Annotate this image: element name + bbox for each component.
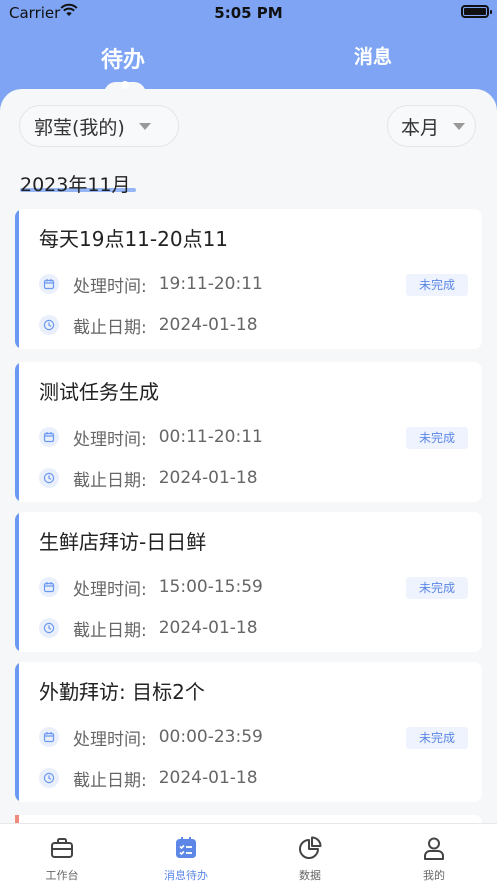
process-time-row: 处理时间: 19:11-20:11	[39, 273, 263, 297]
process-time-value: 19:11-20:11	[158, 274, 263, 294]
pie-chart-icon	[299, 836, 322, 859]
clock-icon	[39, 315, 59, 335]
process-time-value: 15:00-15:59	[158, 577, 263, 597]
task-list-icon	[176, 837, 196, 858]
tabbar-label: 我的	[423, 869, 445, 882]
process-time-row: 处理时间: 15:00-15:59	[39, 576, 263, 600]
tab-todo[interactable]: 待办	[101, 42, 145, 74]
card-accent-bar	[15, 662, 19, 802]
process-time-row: 处理时间: 00:00-23:59	[39, 726, 263, 750]
process-time-value: 00:00-23:59	[158, 727, 263, 747]
card-accent-bar	[15, 209, 19, 349]
chevron-down-icon	[453, 122, 466, 130]
bottom-tab-bar: 工作台 消息待办 数据 我的	[0, 823, 497, 883]
calendar-icon	[39, 577, 59, 597]
status-badge: 未完成	[406, 727, 468, 749]
clock: 5:05 PM	[214, 4, 283, 22]
tabbar-item-mine[interactable]: 我的	[372, 824, 496, 883]
deadline-label: 截止日期:	[73, 317, 147, 338]
period-filter-value: 本月	[401, 116, 440, 139]
status-bar: Carrier 5:05 PM	[0, 0, 497, 26]
task-title: 外勤拜访: 目标2个	[39, 680, 205, 704]
task-title: 生鲜店拜访-日日鲜	[39, 530, 207, 554]
deadline-label: 截止日期:	[73, 620, 147, 641]
clock-icon	[39, 618, 59, 638]
period-filter-dropdown[interactable]: 本月	[387, 105, 476, 147]
deadline-value: 2024-01-18	[158, 618, 258, 638]
task-card[interactable]: 外勤拜访: 目标2个 处理时间: 00:00-23:59 截止日期: 2024-…	[15, 662, 482, 802]
briefcase-icon	[51, 838, 73, 858]
user-filter-dropdown[interactable]: 郭莹(我的)	[19, 105, 179, 147]
calendar-icon	[39, 427, 59, 447]
deadline-row: 截止日期: 2024-01-18	[39, 467, 258, 491]
task-card-partial[interactable]	[15, 815, 482, 823]
calendar-icon	[39, 274, 59, 294]
status-badge: 未完成	[406, 577, 468, 599]
tab-indicator-dot	[121, 81, 129, 89]
deadline-label: 截止日期:	[73, 770, 147, 791]
deadline-value: 2024-01-18	[158, 468, 258, 488]
clock-icon	[39, 768, 59, 788]
tabbar-label: 数据	[299, 869, 321, 882]
process-time-label: 处理时间:	[73, 276, 147, 297]
deadline-label: 截止日期:	[73, 470, 147, 491]
tabbar-item-workbench[interactable]: 工作台	[0, 824, 124, 883]
deadline-row: 截止日期: 2024-01-18	[39, 617, 258, 641]
user-icon	[424, 837, 444, 860]
battery-icon	[461, 5, 492, 18]
process-time-label: 处理时间:	[73, 729, 147, 750]
process-time-row: 处理时间: 00:11-20:11	[39, 426, 263, 450]
tab-messages[interactable]: 消息	[354, 42, 392, 69]
tabbar-label: 工作台	[45, 869, 79, 882]
deadline-value: 2024-01-18	[158, 315, 258, 335]
card-accent-bar	[15, 362, 19, 502]
calendar-icon	[39, 727, 59, 747]
card-accent-bar	[15, 512, 19, 652]
deadline-row: 截止日期: 2024-01-18	[39, 767, 258, 791]
user-filter-value: 郭莹(我的)	[34, 116, 125, 139]
month-title: 2023年11月	[20, 174, 131, 196]
tabbar-item-messages-todo[interactable]: 消息待办	[124, 824, 248, 883]
process-time-value: 00:11-20:11	[158, 427, 263, 447]
tabbar-item-data[interactable]: 数据	[248, 824, 372, 883]
clock-icon	[39, 468, 59, 488]
status-badge: 未完成	[406, 427, 468, 449]
task-title: 每天19点11-20点11	[39, 227, 229, 251]
task-title: 测试任务生成	[39, 380, 159, 404]
status-badge: 未完成	[406, 274, 468, 296]
task-card[interactable]: 测试任务生成 处理时间: 00:11-20:11 截止日期: 2024-01-1…	[15, 362, 482, 502]
task-card[interactable]: 每天19点11-20点11 处理时间: 19:11-20:11 截止日期: 20…	[15, 209, 482, 349]
process-time-label: 处理时间:	[73, 429, 147, 450]
process-time-label: 处理时间:	[73, 579, 147, 600]
task-card[interactable]: 生鲜店拜访-日日鲜 处理时间: 15:00-15:59 截止日期: 2024-0…	[15, 512, 482, 652]
deadline-value: 2024-01-18	[158, 768, 258, 788]
card-accent-bar	[15, 815, 19, 823]
deadline-row: 截止日期: 2024-01-18	[39, 314, 258, 338]
chevron-down-icon	[138, 122, 151, 130]
main-content: 郭莹(我的) 本月 2023年11月 每天19点11-20点11 处理时间: 1…	[0, 89, 497, 823]
tabbar-label: 消息待办	[164, 869, 208, 882]
